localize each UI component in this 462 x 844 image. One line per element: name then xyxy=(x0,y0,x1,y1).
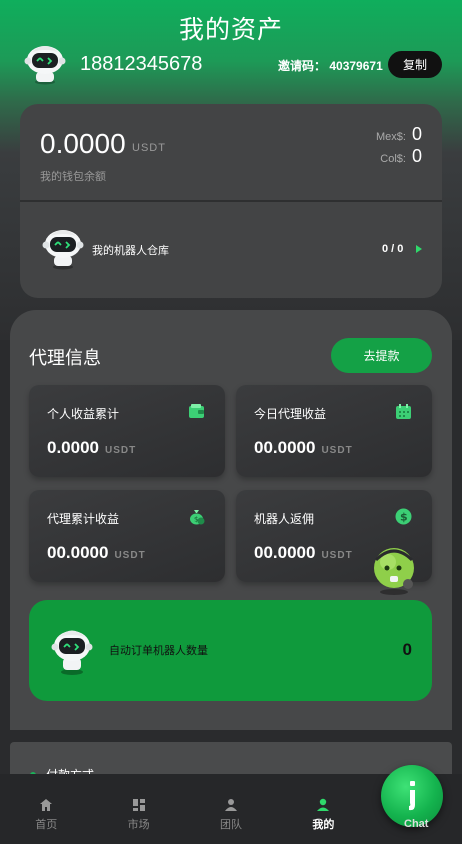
calendar-icon xyxy=(396,404,411,419)
robot-icon xyxy=(51,630,93,675)
col-balance: Col$: 0 xyxy=(380,146,422,167)
robot-warehouse-row[interactable]: 我的机器人仓库 0 / 0 xyxy=(20,202,442,298)
dollar-coin-icon: $ xyxy=(395,508,412,525)
withdraw-button[interactable]: 去提款 xyxy=(331,338,432,373)
agent-info-panel: 代理信息 去提款 个人收益累计 0.0000 USDT 今日代理收益 00.000… xyxy=(10,310,452,730)
svg-text:$: $ xyxy=(400,511,408,524)
stat-unit: USDT xyxy=(114,550,146,561)
wallet-caption: 我的钱包余额 xyxy=(40,171,106,183)
nav-label: 我的 xyxy=(312,819,335,831)
nav-label: 市场 xyxy=(127,819,150,831)
invite-value: 40379671 xyxy=(329,59,383,73)
stat-card-total-agent-earnings[interactable]: 代理累计收益 $ 00.0000 USDT xyxy=(29,490,225,582)
col-value: 0 xyxy=(411,146,422,166)
mex-value: 0 xyxy=(411,124,422,144)
stat-value-number: 0.0000 xyxy=(47,438,99,457)
page-title: 我的资产 xyxy=(178,16,283,44)
user-icon xyxy=(317,798,330,811)
stat-value: 00.0000 USDT xyxy=(47,543,146,563)
wallet-icon xyxy=(189,404,204,418)
stat-card-personal-earnings[interactable]: 个人收益累计 0.0000 USDT xyxy=(29,385,225,477)
nav-item-market[interactable]: 市场 xyxy=(92,774,184,844)
stat-label: 个人收益累计 xyxy=(47,407,120,421)
nav-item-home[interactable]: 首页 xyxy=(0,774,92,844)
robot-icon xyxy=(42,230,84,270)
nav-label: 团队 xyxy=(220,819,243,831)
wallet-card: 0.0000 USDT 我的钱包余额 Mex$: 0 Col$: 0 我的机器人… xyxy=(20,104,442,298)
arrow-right-icon xyxy=(416,245,422,253)
wallet-balance: 0.0000 xyxy=(40,128,126,159)
stat-unit: USDT xyxy=(105,445,137,456)
auto-order-robot-count: 0 xyxy=(402,640,412,659)
mascot-float-icon[interactable] xyxy=(368,540,420,596)
stat-label: 代理累计收益 xyxy=(47,512,120,526)
home-icon xyxy=(40,799,53,811)
wallet-unit: USDT xyxy=(132,142,166,154)
chat-label: Chat xyxy=(404,818,429,830)
robot-warehouse-label: 我的机器人仓库 xyxy=(92,245,169,257)
stat-value-number: 00.0000 xyxy=(47,543,109,562)
copy-button[interactable]: 复制 xyxy=(388,51,442,78)
user-info-row: 18812345678 邀请码： 40379671 复制 xyxy=(22,42,442,86)
auto-order-robot-label: 自动订单机器人数量 xyxy=(109,645,208,657)
money-bag-icon: $ xyxy=(190,510,205,525)
stat-label: 机器人返佣 xyxy=(254,512,315,526)
stat-unit: USDT xyxy=(321,445,353,456)
stat-unit: USDT xyxy=(321,550,353,561)
invite-label: 邀请码： xyxy=(278,59,327,73)
svg-text:$: $ xyxy=(194,516,198,524)
stat-card-today-earnings[interactable]: 今日代理收益 00.0000 USDT xyxy=(236,385,432,477)
market-icon xyxy=(132,799,145,811)
stat-value-number: 00.0000 xyxy=(254,438,316,457)
mex-balance: Mex$: 0 xyxy=(376,124,422,145)
stat-value: 00.0000 USDT xyxy=(254,438,353,458)
mex-label: Mex$: xyxy=(376,131,406,143)
col-label: Col$: xyxy=(380,153,406,165)
stat-label: 今日代理收益 xyxy=(254,407,327,421)
auto-order-robot-card[interactable]: 自动订单机器人数量 0 xyxy=(29,600,432,701)
user-phone: 18812345678 xyxy=(80,53,203,75)
stat-value: 0.0000 USDT xyxy=(47,438,136,458)
agent-title: 代理信息 xyxy=(29,348,101,368)
nav-label: 首页 xyxy=(35,819,58,831)
invite-code: 邀请码： 40379671 xyxy=(278,57,383,74)
team-icon xyxy=(225,799,238,811)
nav-item-mine[interactable]: 我的 xyxy=(277,774,369,844)
stat-value: 00.0000 USDT xyxy=(254,543,353,563)
nav-item-team[interactable]: 团队 xyxy=(185,774,277,844)
stat-value-number: 00.0000 xyxy=(254,543,316,562)
robot-avatar-icon xyxy=(24,46,66,85)
chat-logo-icon xyxy=(409,781,415,811)
robot-warehouse-count: 0 / 0 xyxy=(382,243,404,255)
